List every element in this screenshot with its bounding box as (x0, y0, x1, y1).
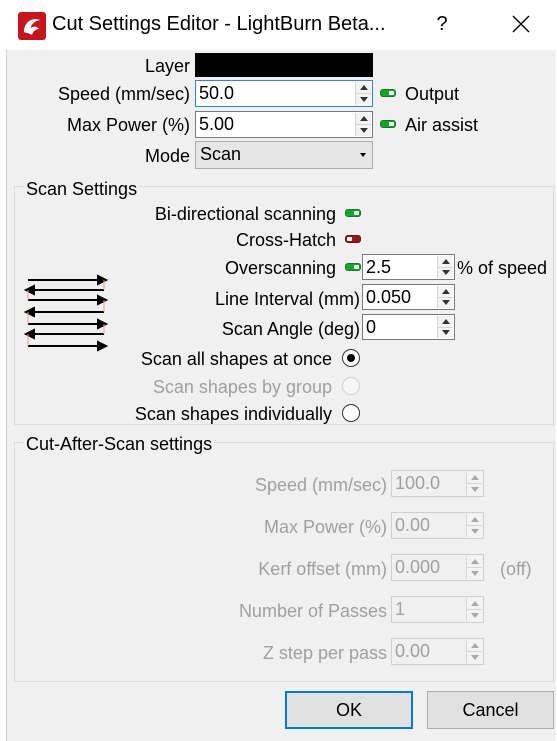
cas-speed-value: 100.0 (395, 473, 441, 493)
cas-max-power-up-arrow[interactable] (466, 514, 482, 525)
scan-individually-label: Scan shapes individually (134, 404, 332, 424)
speed-down-arrow[interactable] (355, 93, 371, 105)
max-power-value: 5.00 (199, 114, 235, 134)
close-button[interactable] (496, 2, 546, 46)
window-title: Cut Settings Editor - LightBurn Beta... (52, 13, 386, 35)
close-icon (512, 15, 530, 33)
scan-all-label: Scan all shapes at once (140, 349, 332, 369)
cas-speed-down-arrow[interactable] (466, 483, 482, 495)
kerf-offset-label: Kerf offset (mm) (258, 559, 387, 579)
scan-angle-input[interactable]: 0 (362, 314, 455, 340)
speed-up-arrow[interactable] (355, 82, 371, 93)
overscanning-toggle[interactable] (345, 263, 361, 271)
scan-angle-value: 0 (366, 317, 377, 337)
help-button[interactable]: ? (420, 2, 464, 46)
overscanning-unit: % of speed (457, 258, 548, 278)
ok-button[interactable]: OK (285, 691, 413, 729)
scan-angle-label: Scan Angle (deg) (221, 319, 360, 339)
overscanning-down-arrow[interactable] (437, 266, 453, 278)
line-interval-input[interactable]: 0.050 (362, 284, 455, 310)
air-assist-label: Air assist (405, 115, 479, 135)
passes-value: 1 (395, 599, 406, 619)
cas-max-power-value: 0.00 (395, 515, 431, 535)
cut-after-scan-title: Cut-After-Scan settings (24, 434, 215, 455)
passes-label: Number of Passes (238, 601, 387, 621)
max-power-up-arrow[interactable] (355, 113, 371, 124)
layer-color-swatch[interactable] (195, 53, 373, 77)
cross-hatch-toggle[interactable] (345, 235, 361, 243)
scan-all-radio[interactable] (342, 349, 360, 367)
chevron-down-icon (360, 153, 366, 157)
overscanning-up-arrow[interactable] (437, 256, 453, 267)
bidirectional-toggle[interactable] (345, 209, 361, 217)
cas-max-power-input[interactable]: 0.00 (391, 512, 484, 539)
cas-speed-input[interactable]: 100.0 (391, 470, 484, 497)
scan-by-group-label: Scan shapes by group (152, 377, 332, 397)
cas-max-power-down-arrow[interactable] (466, 525, 482, 537)
output-label: Output (405, 84, 460, 104)
max-power-down-arrow[interactable] (355, 124, 371, 136)
speed-value: 50.0 (199, 83, 235, 103)
kerf-offset-value: 0.000 (395, 557, 441, 577)
kerf-offset-up-arrow[interactable] (466, 556, 482, 567)
z-step-down-arrow[interactable] (466, 651, 482, 663)
speed-input[interactable]: 50.0 (195, 80, 373, 107)
kerf-offset-input[interactable]: 0.000 (391, 554, 484, 581)
mode-label: Mode (144, 146, 190, 166)
scan-individually-radio[interactable] (342, 404, 360, 422)
cas-speed-up-arrow[interactable] (466, 472, 482, 483)
max-power-input[interactable]: 5.00 (195, 111, 373, 138)
z-step-input[interactable]: 0.00 (391, 638, 484, 665)
cas-speed-label: Speed (mm/sec) (254, 475, 387, 495)
passes-down-arrow[interactable] (466, 609, 482, 621)
line-interval-down-arrow[interactable] (437, 296, 453, 308)
line-interval-up-arrow[interactable] (437, 286, 453, 297)
scan-by-group-radio[interactable] (342, 377, 360, 395)
output-toggle[interactable] (380, 89, 396, 97)
speed-label: Speed (mm/sec) (57, 84, 190, 104)
z-step-value: 0.00 (395, 641, 431, 661)
scan-angle-down-arrow[interactable] (437, 326, 453, 338)
cas-max-power-label: Max Power (%) (263, 517, 387, 537)
passes-input[interactable]: 1 (391, 596, 484, 623)
kerf-offset-suffix: (off) (500, 559, 532, 579)
bidirectional-label: Bi-directional scanning (154, 204, 336, 224)
air-assist-toggle[interactable] (380, 120, 396, 128)
title-bar: Cut Settings Editor - LightBurn Beta... … (0, 0, 557, 50)
line-interval-value: 0.050 (366, 287, 412, 307)
cross-hatch-label: Cross-Hatch (235, 230, 336, 250)
max-power-label: Max Power (%) (66, 115, 190, 135)
line-interval-label: Line Interval (mm) (214, 289, 360, 309)
overscanning-value: 2.5 (366, 257, 392, 277)
scan-lines-icon (24, 274, 108, 352)
mode-value: Scan (200, 144, 242, 164)
scan-angle-up-arrow[interactable] (437, 316, 453, 327)
scan-settings-title: Scan Settings (24, 179, 140, 200)
lightburn-logo-icon (18, 12, 46, 40)
passes-up-arrow[interactable] (466, 598, 482, 609)
z-step-label: Z step per pass (262, 643, 387, 663)
kerf-offset-down-arrow[interactable] (466, 567, 482, 579)
cancel-button[interactable]: Cancel (427, 691, 554, 729)
layer-label: Layer (144, 56, 190, 76)
overscanning-label: Overscanning (224, 258, 336, 278)
z-step-up-arrow[interactable] (466, 640, 482, 651)
overscanning-input[interactable]: 2.5 (362, 254, 455, 280)
mode-select[interactable]: Scan (195, 141, 373, 169)
